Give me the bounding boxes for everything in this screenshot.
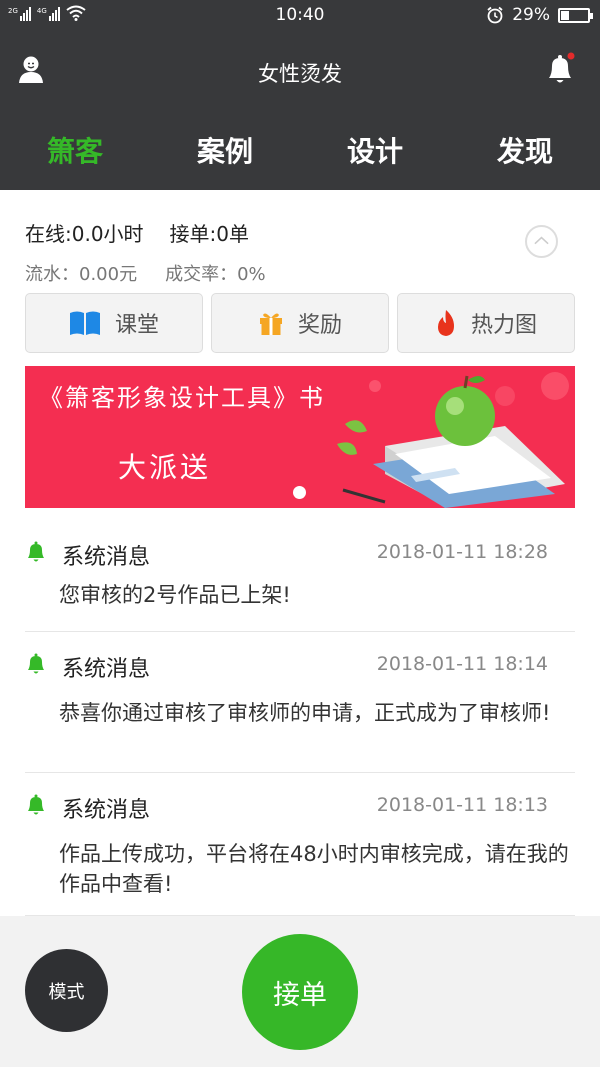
carousel-indicator[interactable] [293, 486, 306, 499]
message-time: 2018-01-11 18:14 [376, 653, 548, 675]
message-title: 系统消息 [62, 798, 151, 823]
gift-icon [259, 313, 282, 335]
tab-cases[interactable]: 案例 [150, 130, 300, 174]
alarm-icon [487, 6, 503, 24]
notification-dot [567, 52, 575, 60]
message-body: 作品上传成功，平台将在48小时内审核完成，请在我的作品中查看! [59, 842, 569, 896]
message-time: 2018-01-11 18:28 [376, 541, 548, 563]
main-panel: 在线:0.0小时 接单:0单 流水：0.00元 成交率：0% 课堂 奖励 热力图… [0, 190, 600, 916]
message-item[interactable]: 系统消息 2018-01-11 18:28 您审核的2号作品已上架! [25, 520, 575, 632]
tab-discover[interactable]: 发现 [450, 130, 600, 174]
bell-icon [28, 541, 44, 562]
conversion-rate: 成交率：0% [165, 264, 266, 285]
promo-banner[interactable]: 《箫客形象设计工具》书 大派送 [25, 366, 575, 508]
apple-books-illustration [337, 372, 569, 508]
banner-subline: 大派送 [118, 451, 212, 484]
stats-secondary: 流水：0.00元 成交率：0% [25, 260, 266, 286]
collapse-chevron-up-icon[interactable] [525, 225, 558, 258]
message-title: 系统消息 [62, 657, 151, 682]
heatmap-button[interactable]: 热力图 [397, 293, 575, 353]
bottom-bar: 模式 接单 [0, 916, 600, 1067]
rewards-button[interactable]: 奖励 [211, 293, 389, 353]
status-bar: 2G 4G 10:40 29% [0, 0, 600, 30]
app-header: 女性烫发 箫客 案例 设计 发现 [0, 30, 600, 190]
mode-button[interactable]: 模式 [25, 949, 108, 1032]
notification-bell-icon[interactable] [544, 52, 576, 86]
revenue: 流水：0.00元 [25, 264, 138, 285]
message-list: 系统消息 2018-01-11 18:28 您审核的2号作品已上架! 系统消息 … [25, 520, 575, 916]
order-count: 接单:0单 [169, 222, 250, 246]
banner-headline: 《箫客形象设计工具》书 [39, 384, 325, 412]
battery-icon [558, 7, 593, 23]
rewards-label: 奖励 [297, 313, 342, 338]
message-body: 您审核的2号作品已上架! [59, 583, 291, 607]
bell-icon [28, 653, 44, 674]
battery-percent: 29% [512, 5, 550, 25]
stats-primary: 在线:0.0小时 接单:0单 [25, 218, 249, 247]
accept-order-button[interactable]: 接单 [242, 934, 358, 1050]
bell-icon [28, 794, 44, 815]
tab-design[interactable]: 设计 [300, 130, 450, 174]
heatmap-label: 热力图 [470, 313, 537, 338]
page-title: 女性烫发 [258, 62, 342, 86]
classroom-button[interactable]: 课堂 [25, 293, 203, 353]
main-tabs: 箫客 案例 设计 发现 [0, 130, 600, 174]
tab-xiaoke[interactable]: 箫客 [0, 130, 150, 174]
message-time: 2018-01-11 18:13 [376, 794, 548, 816]
message-item[interactable]: 系统消息 2018-01-11 18:14 恭喜你通过审核了审核师的申请，正式成… [25, 632, 575, 773]
quick-actions: 课堂 奖励 热力图 [25, 293, 575, 353]
online-hours: 在线:0.0小时 [25, 222, 144, 246]
classroom-label: 课堂 [114, 313, 159, 338]
message-item[interactable]: 系统消息 2018-01-11 18:13 作品上传成功，平台将在48小时内审核… [25, 773, 575, 916]
message-body: 恭喜你通过审核了审核师的申请，正式成为了审核师! [59, 701, 551, 725]
flame-icon [437, 310, 454, 336]
book-icon [69, 311, 100, 335]
message-title: 系统消息 [62, 545, 151, 570]
